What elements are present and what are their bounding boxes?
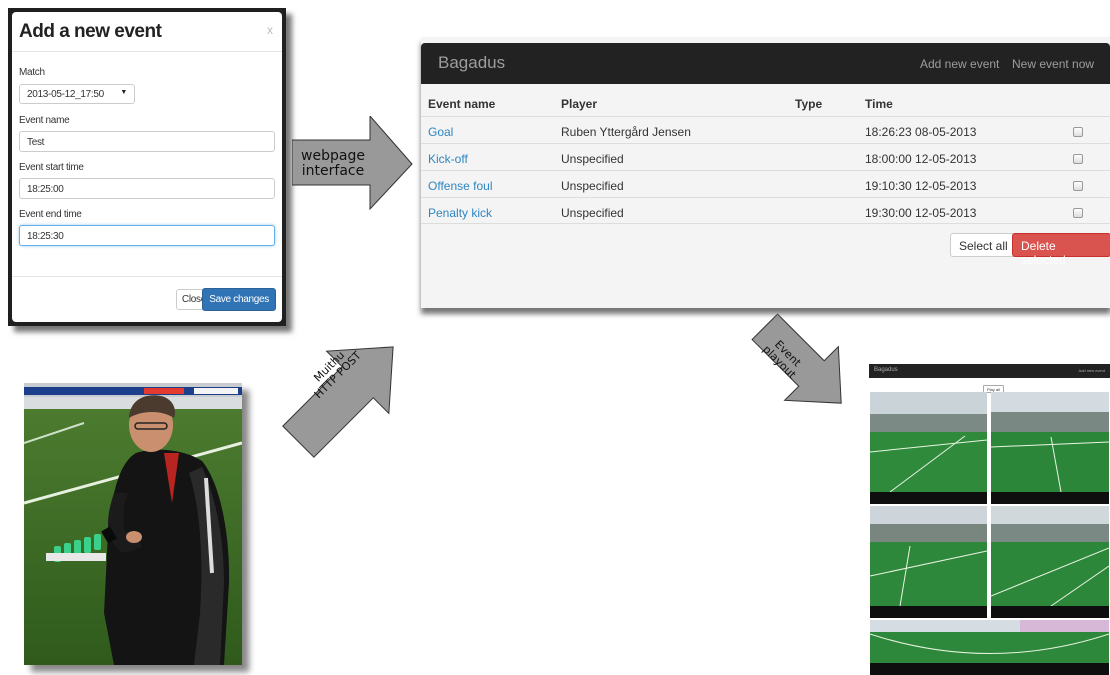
- coach-with-phone-image: [24, 383, 242, 665]
- column-header-player: Player: [561, 97, 598, 111]
- row-checkbox[interactable]: [1073, 154, 1083, 164]
- event-end-label: Event end time: [19, 209, 82, 220]
- row-checkbox[interactable]: [1073, 127, 1083, 137]
- new-event-now-link[interactable]: New event now: [1012, 57, 1094, 71]
- event-start-label: Event start time: [19, 162, 84, 173]
- video-player[interactable]: [870, 506, 987, 618]
- column-header-event-name: Event name: [428, 97, 496, 111]
- video-player[interactable]: [870, 392, 987, 504]
- mini-brand: Bagadus: [874, 367, 898, 373]
- match-select[interactable]: 2013-05-12_17:50 ▼: [19, 84, 135, 104]
- mini-navbar: Bagadus Add new event: [869, 364, 1110, 378]
- video-player[interactable]: [991, 506, 1109, 618]
- table-row: Goal Ruben Yttergård Jensen 18:26:23 08-…: [421, 116, 1110, 143]
- stadium-video-frame: [870, 392, 987, 504]
- video-controls[interactable]: [870, 663, 1109, 675]
- coach-photo: [24, 383, 242, 665]
- column-header-type: Type: [795, 97, 823, 111]
- row-checkbox[interactable]: [1073, 208, 1083, 218]
- select-all-button[interactable]: Select all: [950, 233, 1017, 257]
- time-cell: 18:26:23 08-05-2013: [865, 125, 977, 139]
- modal-header: Add a new event x: [12, 12, 282, 52]
- delete-selected-button[interactable]: Delete selected: [1012, 233, 1110, 267]
- brand-logo[interactable]: Bagadus: [438, 53, 505, 73]
- player-cell: Unspecified: [561, 152, 624, 166]
- event-link[interactable]: Penalty kick: [428, 206, 492, 220]
- table-row: Kick-off Unspecified 18:00:00 12-05-2013: [421, 143, 1110, 170]
- row-checkbox[interactable]: [1073, 181, 1083, 191]
- player-cell: Unspecified: [561, 206, 624, 220]
- time-cell: 18:00:00 12-05-2013: [865, 152, 977, 166]
- navbar: Bagadus Add new event New event now: [421, 43, 1110, 84]
- webpage-label-line1: webpage: [301, 148, 365, 164]
- video-player[interactable]: [991, 392, 1109, 504]
- match-label: Match: [19, 67, 45, 78]
- event-link[interactable]: Offense foul: [428, 179, 493, 193]
- player-cell: Ruben Yttergård Jensen: [561, 125, 691, 139]
- match-select-value: 2013-05-12_17:50: [27, 89, 104, 100]
- event-name-label: Event name: [19, 115, 70, 126]
- column-header-time: Time: [865, 97, 893, 111]
- event-end-input[interactable]: 18:25:30: [19, 225, 275, 246]
- webpage-interface-label: webpage interface: [294, 149, 372, 178]
- video-player[interactable]: [870, 620, 1109, 675]
- time-cell: 19:10:30 12-05-2013: [865, 179, 977, 193]
- event-link[interactable]: Kick-off: [428, 152, 468, 166]
- bagadus-webpage-screenshot: Bagadus Add new event New event now Even…: [421, 37, 1110, 308]
- video-controls[interactable]: [870, 492, 987, 504]
- time-cell: 19:30:00 12-05-2013: [865, 206, 977, 220]
- close-icon[interactable]: x: [267, 23, 273, 37]
- modal-footer: Close Save changes: [12, 276, 282, 322]
- webpage-label-line2: interface: [301, 162, 365, 179]
- stadium-video-frame: [870, 506, 987, 618]
- save-changes-button[interactable]: Save changes: [202, 288, 276, 311]
- event-name-input[interactable]: Test: [19, 131, 275, 152]
- add-new-event-link[interactable]: Add new event: [920, 57, 999, 71]
- event-link[interactable]: Goal: [428, 125, 453, 139]
- event-start-input[interactable]: 18:25:00: [19, 178, 275, 199]
- stadium-video-frame: [991, 506, 1109, 618]
- video-controls[interactable]: [991, 606, 1109, 618]
- mini-add-event-link: Add new event: [1078, 368, 1105, 373]
- stadium-video-frame: [991, 392, 1109, 504]
- table-row: Penalty kick Unspecified 19:30:00 12-05-…: [421, 197, 1110, 224]
- player-cell: Unspecified: [561, 179, 624, 193]
- caret-down-icon: ▼: [120, 89, 127, 96]
- video-controls[interactable]: [870, 606, 987, 618]
- table-row: Offense foul Unspecified 19:10:30 12-05-…: [421, 170, 1110, 197]
- event-playout-screenshot: Bagadus Add new event Play all: [869, 364, 1110, 675]
- video-controls[interactable]: [991, 492, 1109, 504]
- add-event-modal-screenshot: Add a new event x Match 2013-05-12_17:50…: [8, 8, 286, 326]
- modal-title: Add a new event: [19, 21, 162, 42]
- add-event-modal: Add a new event x Match 2013-05-12_17:50…: [12, 12, 282, 322]
